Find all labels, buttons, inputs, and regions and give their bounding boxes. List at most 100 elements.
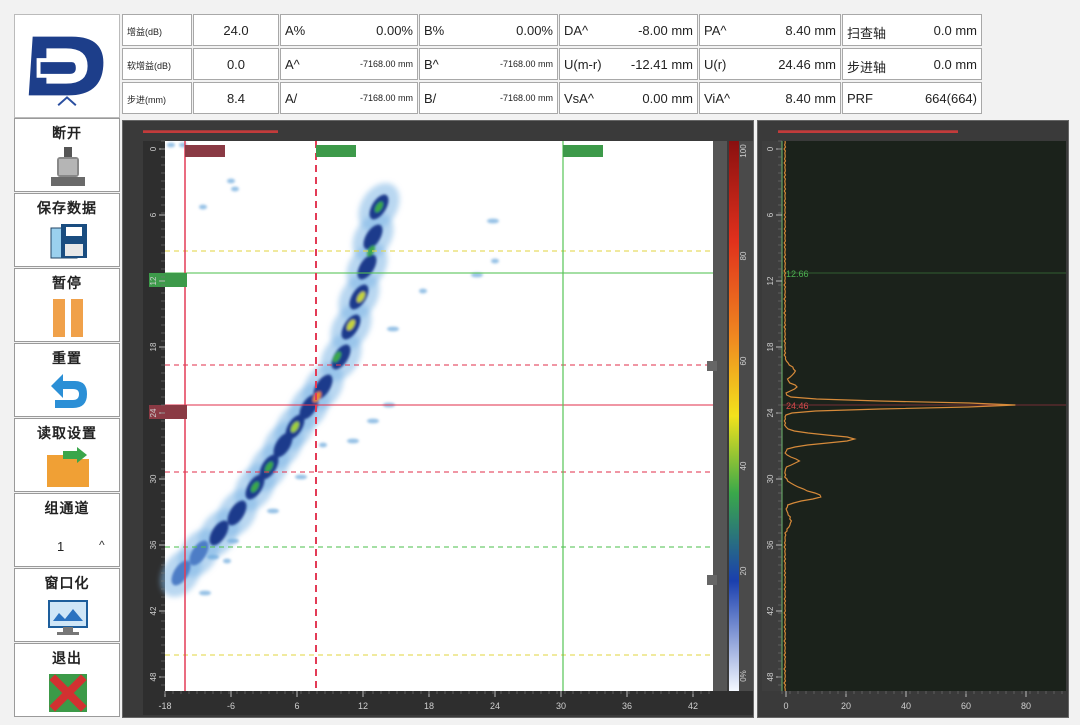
a-x-tick-label: 40 (901, 701, 911, 711)
channel-group-selector[interactable]: 组通道 1 ^ (14, 493, 120, 567)
scan-axis-cell: 扫查轴 0.0 mm (842, 14, 982, 46)
window-mode-button[interactable]: 窗口化 (14, 568, 120, 642)
a-slash-value: -7168.00 mm (359, 93, 413, 103)
prf-cell: PRF 664(664) (842, 82, 982, 114)
speckle (227, 178, 235, 184)
step-value: 8.4 (226, 91, 246, 106)
b-percent-label: B% (424, 23, 445, 38)
a-percent-value: 0.00% (376, 23, 413, 38)
speckle (227, 538, 239, 544)
app-window: 断开 保存数据 暂停 重置 读取设置 组通道 1 ^ 窗口化 退出 增益(dB)… (0, 0, 1080, 725)
b-slash-value: -7168.00 mm (499, 93, 553, 103)
gate-handle (316, 145, 356, 157)
disconnect-label: 断开 (52, 125, 82, 141)
load-settings-button[interactable]: 读取设置 (14, 418, 120, 492)
vsa-value: 0.00 mm (642, 91, 693, 106)
chevron-up-icon[interactable]: ^ (99, 538, 105, 552)
gain-value-field[interactable]: 24.0 (193, 14, 279, 46)
reset-label: 重置 (52, 350, 82, 366)
a-percent-cell: A% 0.00% (280, 14, 418, 46)
a-x-tick-label: 80 (1021, 701, 1031, 711)
y-tick-label: 42 (149, 606, 158, 615)
u-mr-value: -12.41 mm (630, 57, 693, 72)
pause-icon (45, 295, 91, 339)
pa-value: 8.40 mm (785, 23, 836, 38)
color-tick-label: 80 (739, 251, 748, 260)
x-tick-label: -6 (227, 701, 235, 711)
step-axis-cell: 步进轴 0.0 mm (842, 48, 982, 80)
monitor-icon (45, 595, 91, 639)
undo-arrow-icon (45, 370, 91, 414)
a-peak-label: A^ (285, 57, 300, 72)
speckle (487, 218, 499, 224)
save-data-button[interactable]: 保存数据 (14, 193, 120, 267)
color-tick-label: 0% (739, 670, 748, 682)
speckle (223, 558, 231, 564)
scan-axis-value: 0.0 mm (933, 23, 977, 38)
sector-scan-panel[interactable]: 0 6 12 18 24 30 36 42 48 -18 -6 6 12 18 24 30 36 42 100 80 6… (122, 120, 754, 718)
x-tick-label: 36 (622, 701, 632, 711)
disconnect-button[interactable]: 断开 (14, 118, 120, 192)
sidebar: 断开 保存数据 暂停 重置 读取设置 组通道 1 ^ 窗口化 退出 (14, 118, 120, 718)
y-tick-label: 6 (149, 212, 158, 217)
sector-scan-title: ▬▬▬▬▬▬▬▬▬▬▬▬▬▬▬ (143, 125, 278, 135)
y-tick-label: 30 (149, 474, 158, 483)
a-marker-red-label: 24.46 (786, 401, 809, 411)
scan-image-area[interactable] (165, 141, 713, 691)
gain-value: 24.0 (223, 23, 249, 38)
da-cell: DA^ -8.00 mm (559, 14, 698, 46)
exit-button[interactable]: 退出 (14, 643, 120, 717)
a-y-tick-label: 24 (766, 408, 775, 417)
pa-label: PA^ (704, 23, 727, 38)
a-y-tick-label: 42 (766, 606, 775, 615)
via-label: ViA^ (704, 91, 731, 106)
prf-value: 664(664) (924, 91, 977, 106)
soft-gain-label-cell: 软增益(dB) (122, 48, 192, 80)
speckle (207, 554, 219, 560)
u-r-label: U(r) (704, 57, 727, 72)
gate-handle (563, 145, 603, 157)
scan-axis-label: 扫查轴 (847, 26, 887, 41)
a-scan-title: ▬▬▬▬▬▬▬▬▬▬▬▬▬▬▬▬▬▬▬▬ (778, 125, 958, 135)
b-peak-label: B^ (424, 57, 439, 72)
a-x-tick-label: 20 (841, 701, 851, 711)
speckle (387, 326, 399, 332)
step-axis-value: 0.0 mm (933, 57, 977, 72)
gate-track (713, 141, 727, 691)
vsa-cell: VsA^ 0.00 mm (559, 82, 698, 114)
a-y-tick-label: 0 (766, 146, 775, 151)
parameter-grid: 增益(dB) 24.0 A% 0.00% B% 0.00% DA^ -8.00 mm … (122, 14, 984, 116)
brand-logo (14, 14, 120, 118)
load-settings-label: 读取设置 (37, 425, 97, 441)
a-x-tick-label: 60 (961, 701, 971, 711)
a-y-tick-label: 36 (766, 540, 775, 549)
speckle (367, 418, 379, 424)
y-tick-label: 18 (149, 342, 158, 351)
b-peak-value: -7168.00 mm (499, 59, 553, 69)
sector-scan-view[interactable]: 0 6 12 18 24 30 36 42 48 -18 -6 6 12 18 24 30 36 42 100 80 6… (123, 121, 755, 719)
speckle (419, 288, 427, 294)
a-slash-cell: A/ -7168.00 mm (280, 82, 418, 114)
u-r-value: 24.46 mm (778, 57, 836, 72)
u-r-cell: U(r) 24.46 mm (699, 48, 841, 80)
x-tick-label: -18 (158, 701, 171, 711)
folder-icon (45, 445, 91, 489)
step-value-field[interactable]: 8.4 (193, 82, 279, 114)
a-scan-view[interactable]: 12.66 24.46 0 6 12 18 24 30 36 42 48 0 20 40 60 80 (758, 121, 1070, 719)
y-tick-label: 36 (149, 540, 158, 549)
reset-button[interactable]: 重置 (14, 343, 120, 417)
step-label: 步进(mm) (127, 95, 166, 105)
speckle (199, 204, 207, 210)
speckle (267, 508, 279, 514)
x-tick-label: 18 (424, 701, 434, 711)
step-label-cell: 步进(mm) (122, 82, 192, 114)
color-scale-bar (729, 141, 739, 691)
save-data-label: 保存数据 (37, 200, 97, 216)
x-tick-label: 12 (358, 701, 368, 711)
x-tick-label: 42 (688, 701, 698, 711)
soft-gain-value-field[interactable]: 0.0 (193, 48, 279, 80)
a-scan-panel[interactable]: 12.66 24.46 0 6 12 18 24 30 36 42 48 0 20 40 60 80 ▬▬▬… (757, 120, 1069, 718)
pause-button[interactable]: 暂停 (14, 268, 120, 342)
da-value: -8.00 mm (638, 23, 693, 38)
a-scan-plot-area[interactable] (782, 141, 1066, 691)
